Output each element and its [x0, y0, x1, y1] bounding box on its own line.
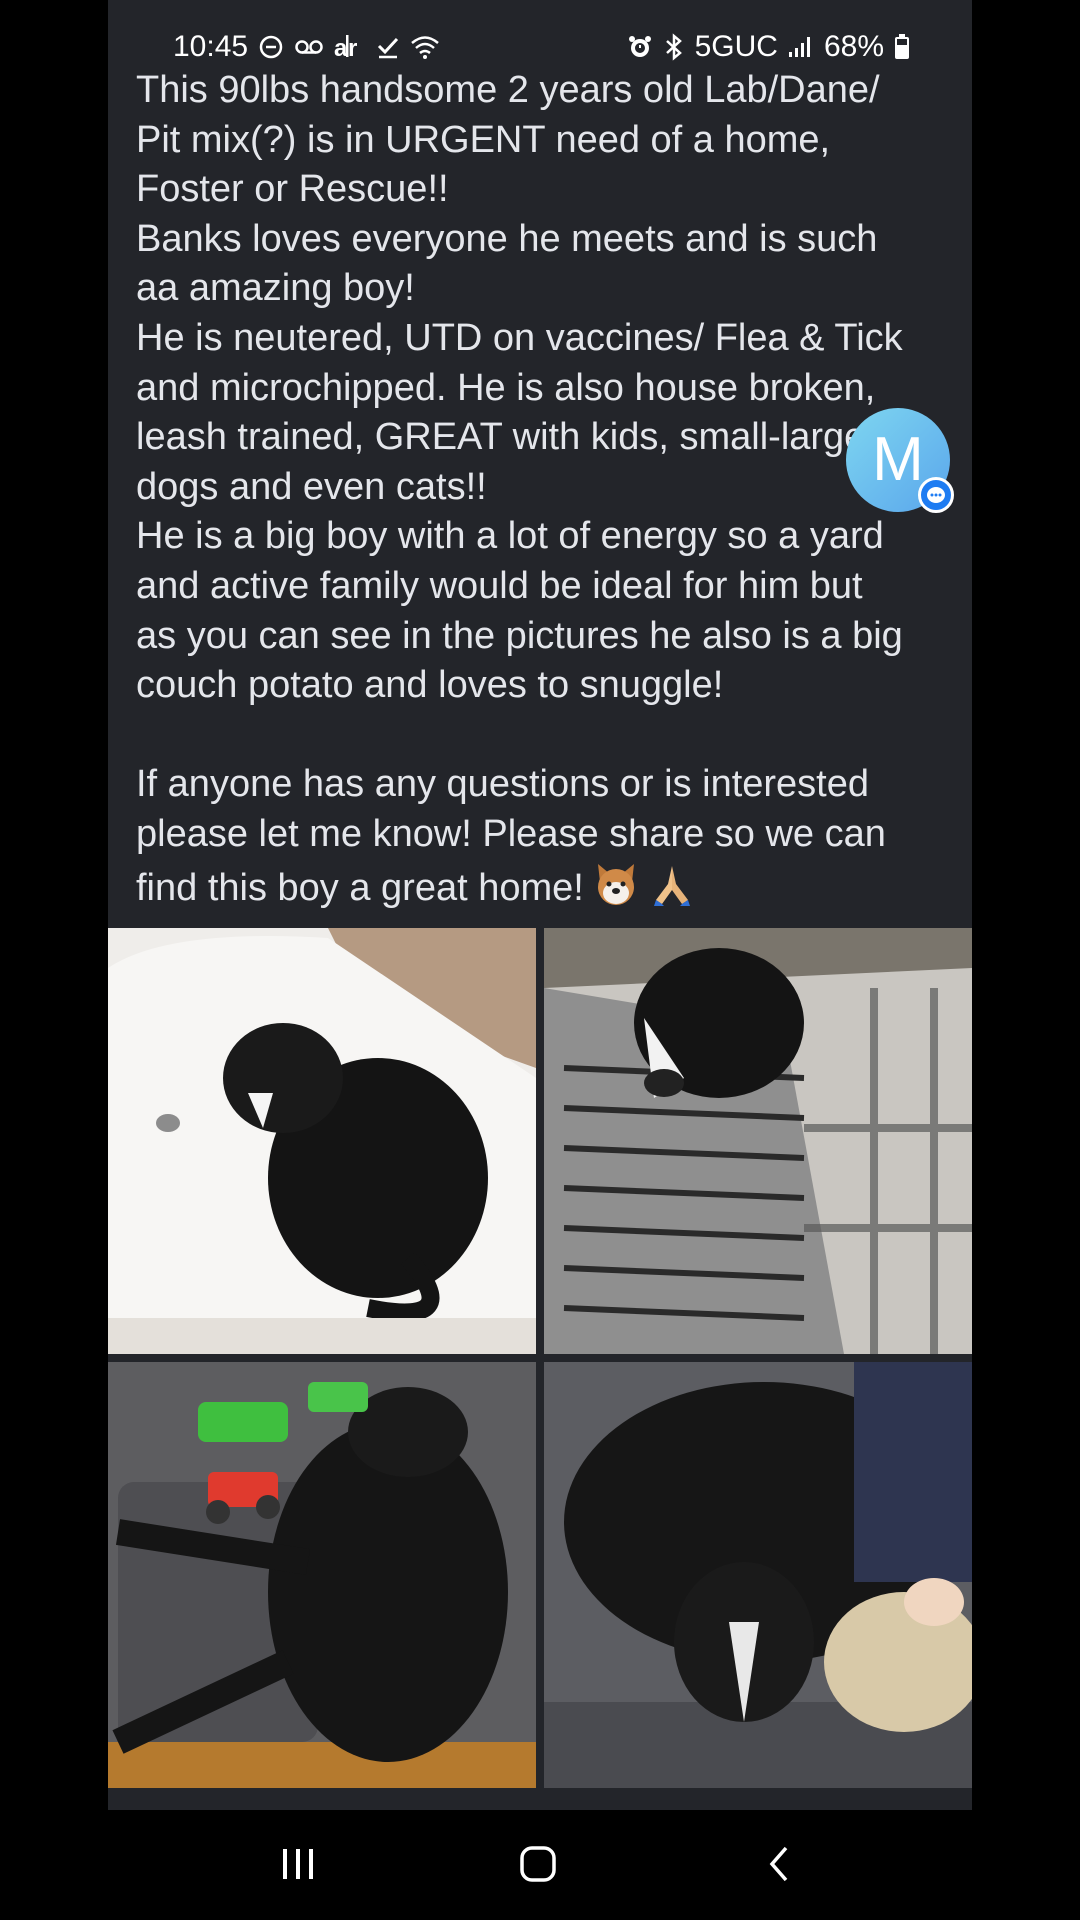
post-body: This 90lbs handsome 2 years old Lab/Dane… [136, 66, 952, 921]
battery-label: 68% [823, 30, 884, 63]
system-navigation-bar [0, 1810, 1080, 1920]
alarm-icon [627, 34, 653, 60]
svg-text:a: a [334, 35, 348, 62]
network-label: 5GUC [694, 30, 778, 63]
post-text: This 90lbs handsome 2 years old Lab/Dane… [136, 69, 903, 909]
back-icon[interactable] [760, 1844, 800, 1889]
status-bar: 10:45 ar 5GUC 68% [108, 28, 972, 70]
photo-dog-snuggling-child[interactable] [544, 1362, 972, 1788]
chat-bubble-icon [918, 477, 954, 513]
photo-dog-in-bathtub[interactable] [108, 928, 536, 1354]
do-not-disturb-icon [258, 34, 284, 60]
check-icon [376, 35, 400, 59]
svg-text:r: r [348, 35, 357, 62]
photo-dog-on-blanket[interactable] [544, 928, 972, 1354]
clock: 10:45 [173, 30, 249, 63]
wifi-icon [410, 34, 440, 60]
airtel-icon: ar [334, 32, 366, 62]
battery-icon [894, 33, 910, 61]
voicemail-icon [294, 37, 324, 57]
bluetooth-icon [663, 33, 685, 61]
dog-face-emoji [592, 860, 640, 922]
photo-dog-on-couch-with-toys[interactable] [108, 1362, 536, 1788]
signal-icon [788, 35, 814, 59]
recents-icon[interactable] [278, 1844, 318, 1889]
folded-hands-emoji [648, 860, 696, 922]
home-icon[interactable] [518, 1844, 558, 1889]
